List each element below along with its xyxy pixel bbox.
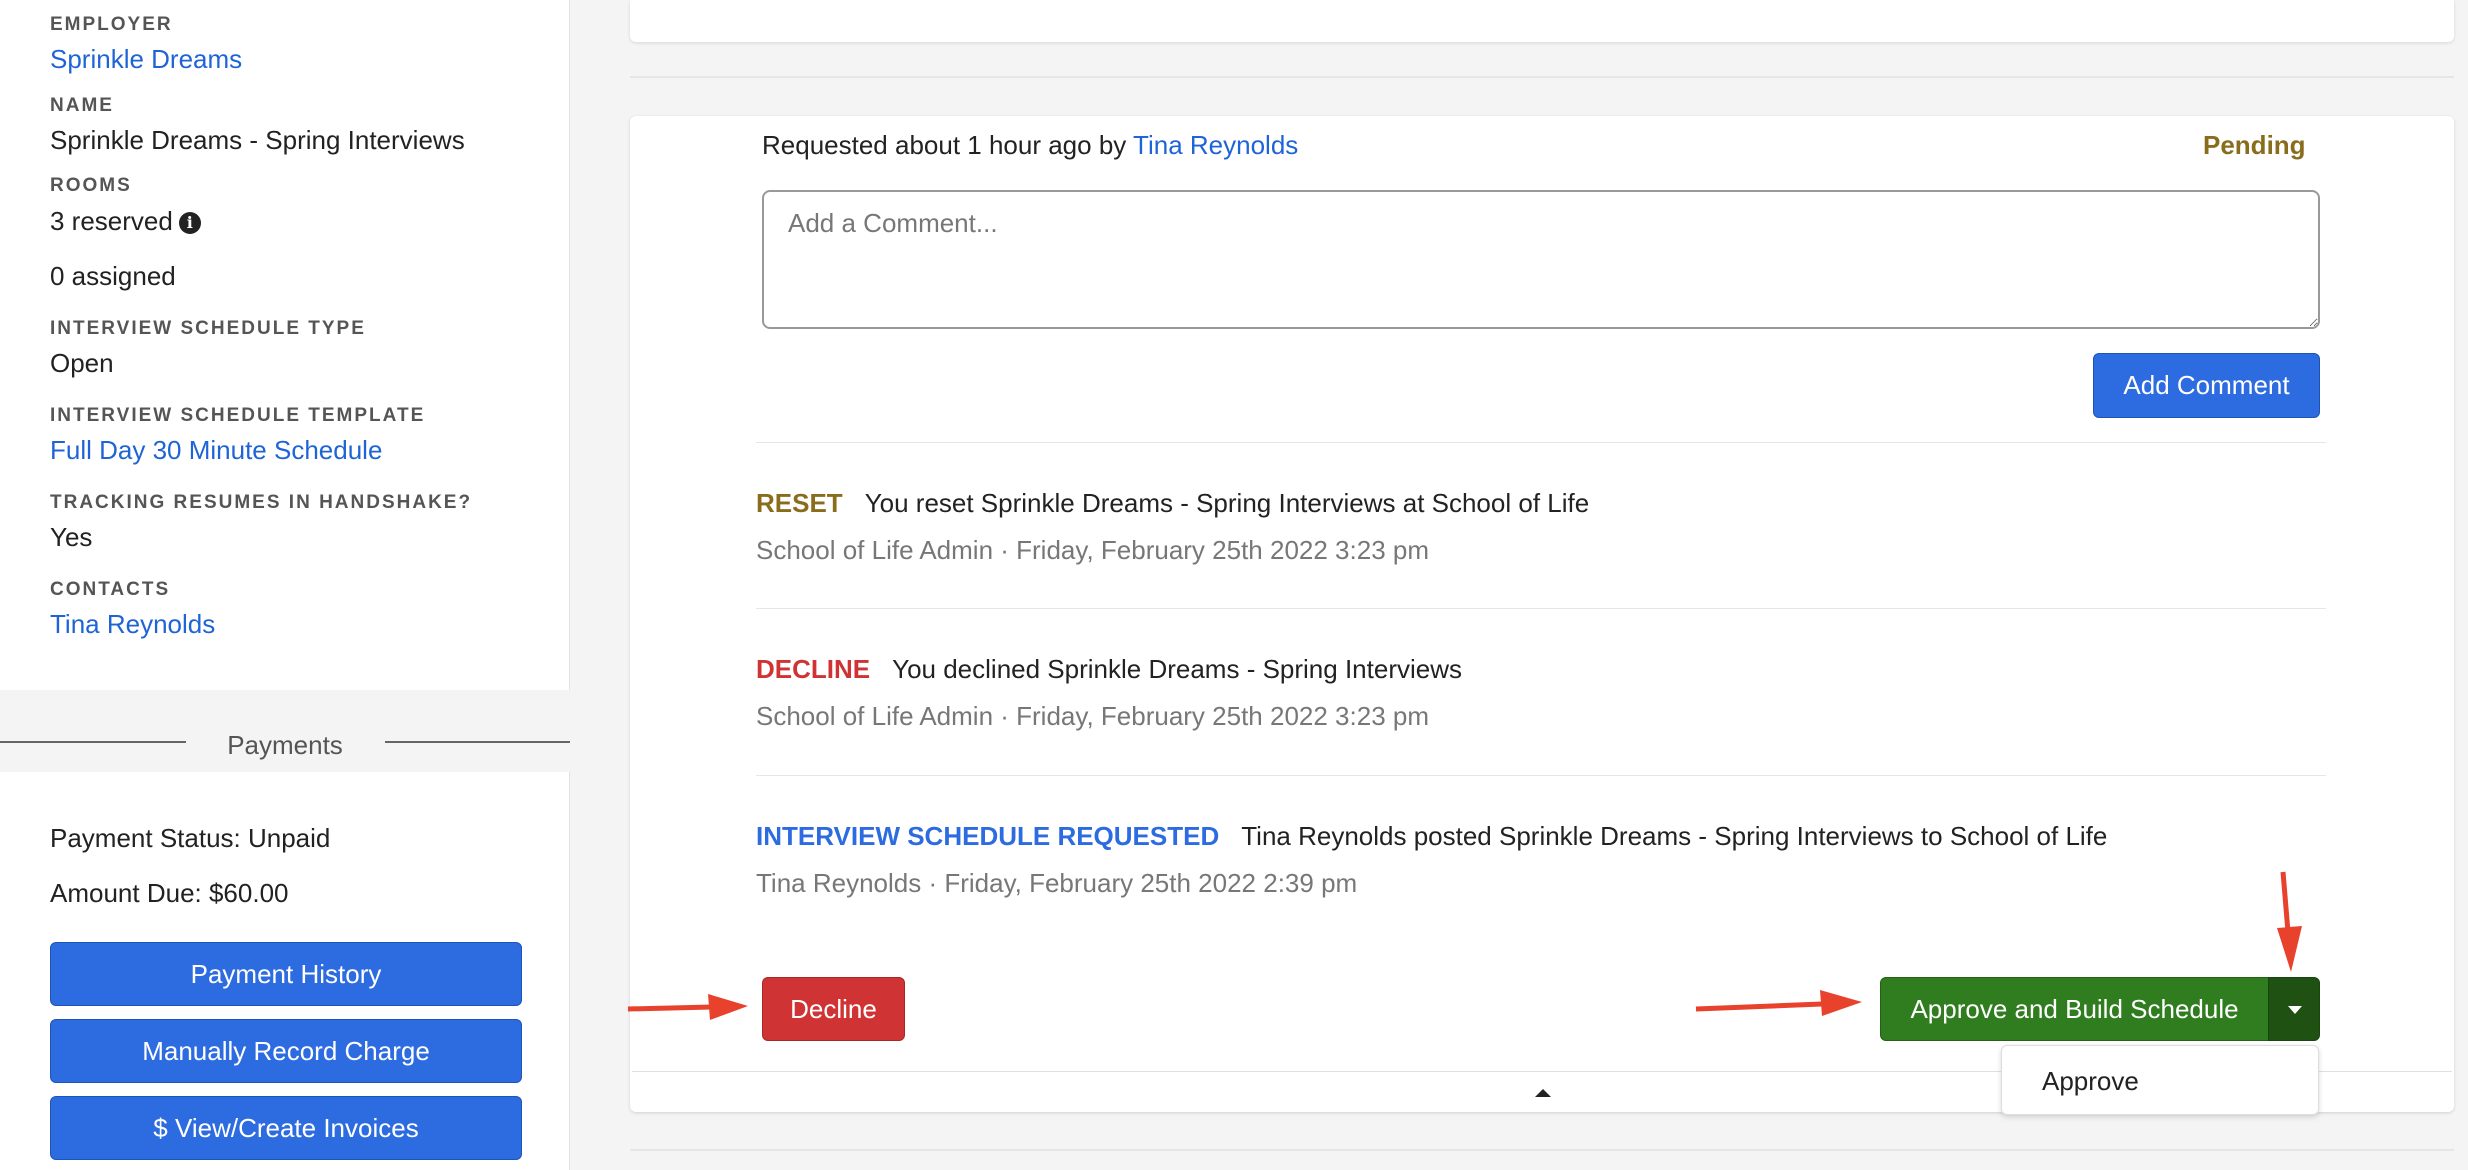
record-charge-button[interactable]: Manually Record Charge: [50, 1019, 522, 1083]
requester-link[interactable]: Tina Reynolds: [1133, 130, 1298, 160]
section-divider: [630, 1149, 2454, 1151]
activity-item-requested: INTERVIEW SCHEDULE REQUESTED Tina Reynold…: [756, 821, 2107, 852]
activity-tag: DECLINE: [756, 654, 871, 684]
schedule-type-label: INTERVIEW SCHEDULE TYPE: [50, 318, 366, 339]
employer-label: EMPLOYER: [50, 14, 173, 35]
contact-link[interactable]: Tina Reynolds: [50, 609, 215, 640]
add-comment-button[interactable]: Add Comment: [2093, 353, 2320, 418]
activity-meta: School of Life Admin · Friday, February …: [756, 535, 1429, 565]
section-divider: [630, 76, 2454, 78]
sidebar-details: EMPLOYER Sprinkle Dreams NAME Sprinkle D…: [0, 0, 570, 1170]
tracking-label: TRACKING RESUMES IN HANDSHAKE?: [50, 492, 473, 513]
activity-text: You reset Sprinkle Dreams - Spring Inter…: [864, 488, 1590, 518]
activity-text: You declined Sprinkle Dreams - Spring In…: [892, 654, 1462, 684]
name-label: NAME: [50, 95, 114, 116]
approve-dropdown-menu: Approve: [2001, 1045, 2319, 1115]
employer-link[interactable]: Sprinkle Dreams: [50, 44, 242, 75]
activity-text: Tina Reynolds posted Sprinkle Dreams - S…: [1241, 821, 2108, 851]
caret-up-icon[interactable]: [1535, 1089, 1551, 1097]
schedule-template-link[interactable]: Full Day 30 Minute Schedule: [50, 435, 382, 466]
activity-meta: School of Life Admin · Friday, February …: [756, 701, 1429, 731]
activity-divider: [756, 775, 2326, 776]
approve-build-schedule-button[interactable]: Approve and Build Schedule: [1880, 977, 2269, 1041]
info-icon[interactable]: i: [178, 212, 201, 234]
rooms-reserved-text: 3 reserved: [50, 206, 173, 236]
activity-divider: [756, 608, 2326, 609]
tracking-value: Yes: [50, 522, 93, 552]
rooms-assigned: 0 assigned: [50, 261, 176, 291]
requested-text: Requested about 1 hour ago by: [762, 130, 1134, 160]
schedule-template-label: INTERVIEW SCHEDULE TEMPLATE: [50, 405, 426, 426]
decline-button[interactable]: Decline: [762, 977, 905, 1041]
previous-card: [630, 0, 2454, 42]
activity-item-reset: RESET You reset Sprinkle Dreams - Spring …: [756, 488, 1589, 519]
payment-status: Payment Status: Unpaid: [50, 823, 331, 853]
comment-input[interactable]: [762, 190, 2320, 329]
dropdown-item-approve[interactable]: Approve: [2042, 1066, 2139, 1097]
activity-divider: [756, 442, 2326, 443]
rooms-reserved: 3 reserved i: [50, 206, 201, 237]
amount-due: Amount Due: $60.00: [50, 878, 289, 908]
payment-history-button[interactable]: Payment History: [50, 942, 522, 1006]
activity-tag: RESET: [756, 488, 843, 518]
rooms-label: ROOMS: [50, 175, 132, 196]
requested-line: Requested about 1 hour ago by Tina Reyno…: [762, 130, 1298, 161]
status-badge: Pending: [2203, 130, 2306, 160]
activity-item-decline: DECLINE You declined Sprinkle Dreams - Sp…: [756, 654, 1462, 685]
activity-meta: Tina Reynolds · Friday, February 25th 20…: [756, 868, 1358, 898]
activity-tag: INTERVIEW SCHEDULE REQUESTED: [756, 821, 1220, 851]
schedule-type-value: Open: [50, 348, 114, 378]
view-invoices-button[interactable]: $ View/Create Invoices: [50, 1096, 522, 1160]
contacts-label: CONTACTS: [50, 579, 171, 600]
payments-title: Payments: [227, 730, 343, 760]
caret-down-icon[interactable]: [2268, 977, 2320, 1041]
name-value: Sprinkle Dreams - Spring Interviews: [50, 125, 465, 155]
